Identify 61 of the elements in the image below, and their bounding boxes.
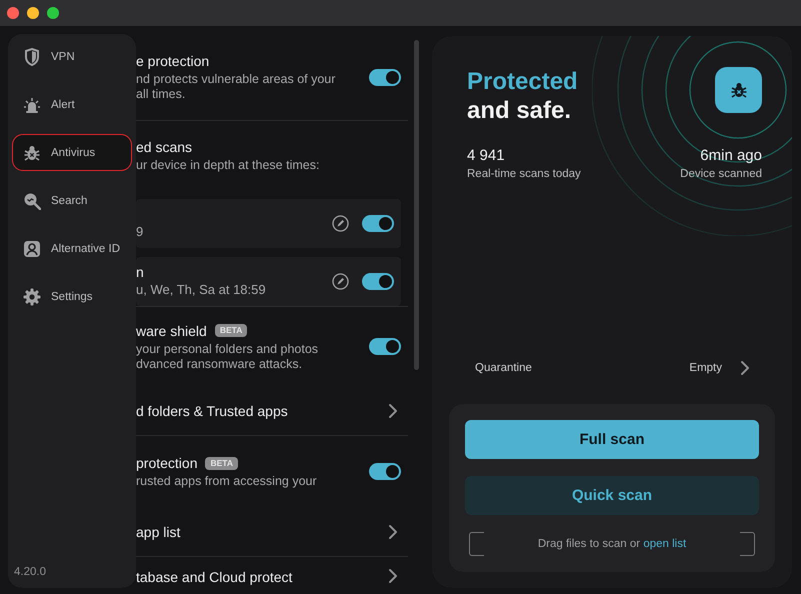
- sidebar-item[interactable]: Settings: [12, 278, 132, 315]
- person-icon: [23, 240, 41, 258]
- sidebar-item[interactable]: Antivirus: [12, 134, 132, 171]
- scrollbar-thumb[interactable]: [414, 40, 419, 370]
- setting-description: nd protects vulnerable areas of your all times.: [136, 72, 336, 102]
- toggle-switch[interactable]: [369, 68, 401, 86]
- settings-link-row[interactable]: tabase and Cloud protect: [136, 557, 408, 588]
- toggle-switch[interactable]: [362, 215, 394, 232]
- open-list-link[interactable]: open list: [643, 538, 686, 550]
- edit-icon[interactable]: [332, 215, 349, 232]
- settings-link-row[interactable]: app list: [136, 507, 408, 557]
- toggle-switch[interactable]: [362, 273, 394, 290]
- setting-description: your personal folders and photos dvanced ransomware attacks.: [136, 342, 320, 372]
- status-headline: Protected: [467, 67, 578, 97]
- shield-icon: [23, 48, 41, 66]
- last-scan-label: Device scanned: [680, 167, 762, 182]
- version-label: 4.20.0: [13, 566, 47, 578]
- full-scan-button[interactable]: Full scan: [465, 420, 759, 459]
- setting-description: rusted apps from accessing your: [136, 474, 318, 489]
- toggle-switch[interactable]: [369, 463, 401, 480]
- schedule-time: u, We, Th, Sa at 18:59: [136, 281, 267, 299]
- chevron-right-icon: [388, 568, 398, 584]
- schedule-title: n: [136, 263, 144, 281]
- schedule-item[interactable]: 9: [136, 199, 401, 248]
- chevron-right-icon: [388, 524, 398, 540]
- scans-count: 4 941: [467, 146, 506, 166]
- drop-hint: Drag files to scan or open list: [538, 538, 686, 550]
- bug-icon: [730, 81, 748, 99]
- quarantine-label: Quarantine: [475, 362, 532, 374]
- quick-scan-button[interactable]: Quick scan: [465, 476, 759, 515]
- edit-icon[interactable]: [332, 273, 349, 290]
- last-scan-time: 6min ago: [699, 146, 762, 166]
- sidebar-item[interactable]: Search: [12, 182, 132, 219]
- sidebar-item[interactable]: Alert: [12, 86, 132, 123]
- setting-title: protection: [136, 454, 198, 472]
- close-button[interactable]: [7, 7, 19, 19]
- status-subline: and safe.: [467, 96, 572, 126]
- schedule-item[interactable]: n u, We, Th, Sa at 18:59: [136, 257, 401, 306]
- toggle-switch[interactable]: [369, 338, 401, 355]
- siren-icon: [23, 96, 41, 114]
- beta-badge: BETA: [214, 324, 248, 337]
- bug-icon: [23, 144, 41, 162]
- quarantine-status: Empty: [689, 362, 722, 374]
- gear-icon: [23, 288, 41, 306]
- drop-zone[interactable]: Drag files to scan or open list: [469, 532, 755, 556]
- quarantine-row[interactable]: Quarantine Empty: [449, 353, 775, 383]
- chevron-right-icon: [388, 402, 398, 418]
- beta-badge: BETA: [205, 456, 238, 470]
- search-icon: [23, 192, 41, 210]
- setting-description: ur device in depth at these times:: [136, 158, 320, 173]
- sidebar-item[interactable]: Alternative ID: [12, 230, 132, 267]
- sidebar-item[interactable]: VPN: [12, 38, 132, 75]
- setting-title: ed scans: [136, 138, 192, 156]
- chevron-right-icon: [740, 360, 750, 376]
- schedule-time: 9: [136, 223, 144, 241]
- setting-title: ware shield: [136, 322, 207, 340]
- settings-link-row[interactable]: d folders & Trusted apps: [136, 386, 408, 436]
- zoom-button[interactable]: [47, 7, 59, 19]
- minimize-button[interactable]: [27, 7, 39, 19]
- setting-title: e protection: [136, 52, 210, 70]
- scans-label: Real-time scans today: [467, 167, 581, 182]
